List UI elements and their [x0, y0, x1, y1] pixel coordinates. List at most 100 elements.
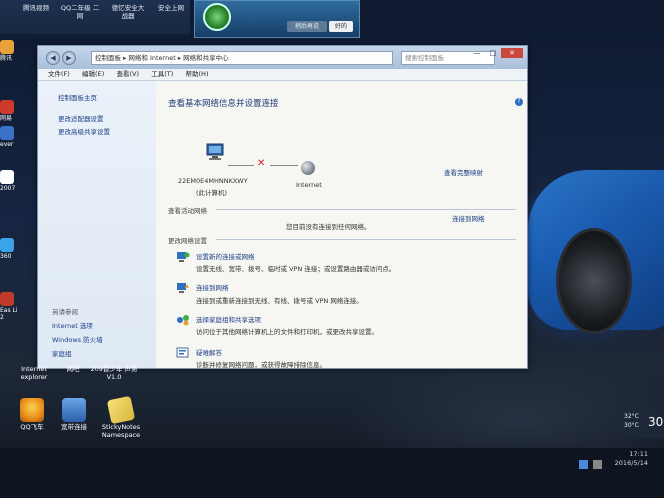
desktop-icon[interactable]: Internet explorer: [14, 365, 54, 381]
internet-globe-icon: [301, 161, 315, 175]
task-link-homegroup-sharing[interactable]: 选择家庭组和共享选项: [196, 314, 261, 324]
connect-network-icon: [177, 283, 189, 293]
computer-name: 22EM0E4MHNNKXWY: [178, 177, 248, 185]
control-panel-home-link[interactable]: 控制面板主页: [58, 92, 97, 102]
network-link-line: [270, 165, 298, 166]
tray-date[interactable]: 2016/5/14: [615, 459, 648, 467]
connect-to-network-link[interactable]: 连接到网络: [452, 213, 485, 223]
computer-icon: [206, 143, 224, 160]
menu-file[interactable]: 文件(F): [48, 69, 70, 80]
desktop-icon[interactable]: 腾讯: [0, 40, 20, 62]
desktop-icon[interactable]: 360: [0, 238, 20, 260]
network-tray-icon[interactable]: [579, 460, 588, 469]
desktop-icon[interactable]: 2007: [0, 170, 20, 192]
task-desc: 诊断并修复网络问题，或获得故障排除信息。: [196, 361, 326, 369]
desktop-icon-label: 360: [0, 253, 12, 260]
task-desc: 设置无线、宽带、拨号、临时或 VPN 连接；或设置路由器或访问点。: [196, 265, 396, 273]
see-full-map-link[interactable]: 查看完整映射: [444, 167, 483, 177]
desktop-icon-label: StickyNotes Namespace: [101, 423, 141, 439]
desktop-top-icon-row: 腾讯视频 QQ二年级 二网 德忆安全大 战器 安全上网: [0, 0, 190, 34]
menu-bar: 文件(F) 编辑(E) 查看(V) 工具(T) 帮助(H): [38, 69, 527, 81]
task-link-troubleshoot[interactable]: 疑难解答: [196, 347, 222, 357]
desktop-icon[interactable]: StickyNotes Namespace: [96, 395, 146, 439]
close-button[interactable]: ✕: [501, 48, 523, 58]
change-settings-heading: 更改网络设置: [168, 237, 207, 245]
desktop-icon-label: 腾讯: [0, 55, 13, 62]
desktop-icon-label: Internet explorer: [20, 365, 48, 381]
computer-subtitle: (此计算机): [196, 189, 228, 197]
menu-help[interactable]: 帮助(H): [186, 69, 209, 80]
volume-icon[interactable]: [593, 460, 602, 469]
homegroup-link[interactable]: 家庭组: [52, 348, 72, 358]
menu-edit[interactable]: 编辑(E): [82, 69, 104, 80]
separator: [216, 239, 516, 240]
disconnected-x-icon: ✕: [257, 158, 266, 169]
app-icon: [0, 40, 14, 54]
task-desc: 访问位于其他网络计算机上的文件和打印机，或更改共享设置。: [196, 328, 378, 336]
app-icon: [0, 100, 14, 114]
desktop-icon-label[interactable]: 腾讯视频: [22, 4, 50, 12]
search-placeholder: 搜索控制面板: [405, 54, 444, 62]
app-icon: [0, 170, 14, 184]
task-link-setup-connection[interactable]: 设置新的连接或网络: [196, 251, 255, 261]
forward-arrow-icon[interactable]: ▶: [62, 51, 76, 65]
qq-popup: 稍后再说 好的: [194, 0, 360, 38]
broadband-connection-icon: [62, 398, 86, 422]
address-bar[interactable]: 控制面板 ▸ 网络和 Internet ▸ 网络和共享中心: [91, 51, 393, 65]
qq-speed-icon: [20, 398, 44, 422]
desktop-icon[interactable]: 209首少年 声第 V1.0: [88, 365, 140, 381]
network-link-line: [228, 165, 254, 166]
left-pane: 控制面板主页 更改适配器设置 更改高级共享设置 另请参阅 Internet 选项…: [38, 81, 156, 368]
change-adapter-settings-link[interactable]: 更改适配器设置: [58, 113, 104, 123]
desktop-icon[interactable]: 宽带连接: [52, 398, 96, 432]
troubleshoot-icon: [176, 347, 189, 358]
desktop-icon-label[interactable]: QQ二年级 二网: [60, 4, 100, 20]
desktop-icon-label: 2007: [0, 185, 16, 192]
taskbar: 17:11 2016/5/14: [0, 448, 664, 498]
popup-avatar-icon: [203, 3, 231, 31]
maximize-button[interactable]: □: [485, 48, 501, 58]
desktop-icon-label: QQ飞车: [20, 423, 44, 431]
popup-ok-button[interactable]: 好的: [329, 21, 353, 32]
app-icon: [0, 292, 14, 306]
desktop-icon-label[interactable]: 德忆安全大 战器: [108, 4, 148, 20]
separator: [216, 209, 516, 210]
see-also-heading: 另请参阅: [52, 308, 78, 316]
desktop-icon-label: 网易: [0, 115, 13, 122]
back-arrow-icon[interactable]: ◀: [46, 51, 60, 65]
desktop-icon-label: 209首少年 声第 V1.0: [90, 365, 138, 381]
title-bar[interactable]: ◀ ▶ 控制面板 ▸ 网络和 Internet ▸ 网络和共享中心 搜索控制面板…: [38, 46, 527, 69]
homegroup-sharing-icon: [177, 315, 189, 326]
menu-tools[interactable]: 工具(T): [151, 69, 173, 80]
popup-later-button[interactable]: 稍后再说: [287, 21, 327, 32]
desktop-icon-label: 宽带连接: [61, 423, 87, 431]
window-controls: — □ ✕: [469, 48, 523, 58]
tray-time[interactable]: 17:11: [629, 450, 648, 458]
windows-firewall-link[interactable]: Windows 防火墙: [52, 334, 103, 344]
network-sharing-center-window: ◀ ▶ 控制面板 ▸ 网络和 Internet ▸ 网络和共享中心 搜索控制面板…: [37, 45, 528, 369]
sticky-notes-icon: [106, 395, 136, 425]
internet-options-link[interactable]: Internet 选项: [52, 320, 93, 330]
menu-view[interactable]: 查看(V): [116, 69, 139, 80]
desktop-icon-label[interactable]: 安全上网: [154, 4, 188, 12]
desktop-icon[interactable]: ever: [0, 126, 20, 148]
desktop-icon-label: Eas Li 2: [0, 307, 18, 321]
minimize-button[interactable]: —: [469, 48, 485, 58]
task-desc: 连接到或重新连接到无线、有线、拨号或 VPN 网络连接。: [196, 297, 363, 305]
app-icon: [0, 238, 14, 252]
network-setup-icon: [177, 252, 190, 262]
wallpaper-car-wheel: [556, 228, 632, 334]
internet-label: Internet: [296, 181, 322, 189]
desktop-icon-label: 网吧: [66, 365, 80, 373]
address-path: 控制面板 ▸ 网络和 Internet ▸ 网络和共享中心: [95, 54, 229, 62]
change-advanced-sharing-link[interactable]: 更改高级共享设置: [58, 126, 110, 136]
desktop-icon-label: ever: [0, 141, 14, 148]
desktop-icon[interactable]: QQ飞车: [10, 398, 54, 432]
desktop-icon[interactable]: Eas Li 2: [0, 292, 20, 321]
app-icon: [0, 126, 14, 140]
desktop-icon[interactable]: 网易: [0, 100, 20, 122]
help-icon[interactable]: ?: [515, 98, 523, 106]
widget-temperature: 30: [648, 415, 664, 429]
task-link-connect-network[interactable]: 连接到网络: [196, 282, 229, 292]
desktop-icon[interactable]: 网吧: [58, 365, 88, 374]
